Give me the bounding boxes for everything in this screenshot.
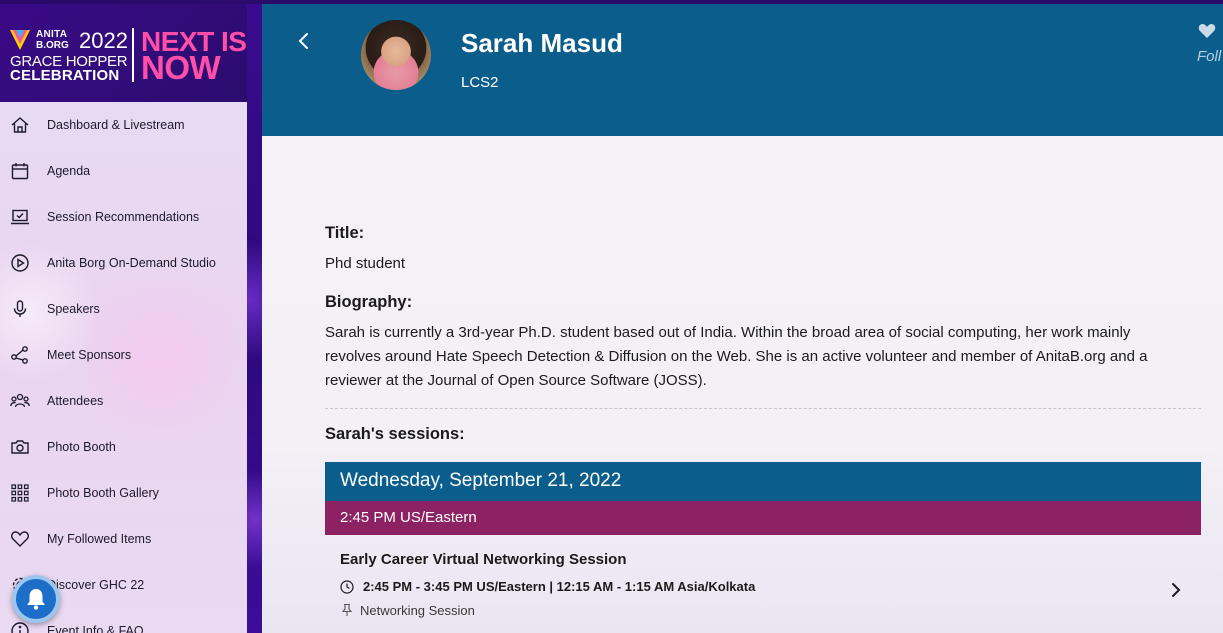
session-title: Early Career Virtual Networking Session	[340, 551, 627, 568]
sidebar-item-label: Agenda	[47, 164, 91, 178]
biography-line: reviewer at the Journal of Open Source S…	[325, 372, 707, 389]
biography-label: Biography:	[325, 293, 413, 311]
follow-button[interactable]: Foll	[1197, 22, 1223, 72]
sidebar-item-followed-items[interactable]: My Followed Items	[0, 516, 247, 562]
biography-text: Sarah is currently a 3rd-year Ph.D. stud…	[325, 321, 1205, 393]
title-value: Phd student	[325, 255, 406, 272]
speaker-detail-panel: Sarah Masud LCS2 Foll Title: Phd student…	[262, 4, 1223, 633]
sidebar-nav: Dashboard & Livestream Agenda Session Re…	[0, 102, 247, 633]
session-time-slot: 2:45 PM US/Eastern	[340, 509, 477, 526]
sidebar-item-speakers[interactable]: Speakers	[0, 286, 247, 332]
title-label: Title:	[325, 224, 365, 242]
chevron-right-icon[interactable]	[1168, 580, 1184, 600]
logo-now: NOW	[141, 49, 221, 86]
sidebar-item-photo-booth-gallery[interactable]: Photo Booth Gallery	[0, 470, 247, 516]
camera-icon	[10, 437, 30, 457]
laptop-check-icon	[10, 207, 30, 227]
people-icon	[10, 391, 30, 411]
microphone-icon	[10, 299, 30, 319]
session-date: Wednesday, September 21, 2022	[340, 470, 622, 491]
calendar-icon	[10, 161, 30, 181]
session-list-item[interactable]: Early Career Virtual Networking Session …	[325, 535, 1201, 633]
session-time: 2:45 PM - 3:45 PM US/Eastern | 12:15 AM …	[363, 579, 756, 594]
session-type: Networking Session	[360, 603, 475, 618]
sidebar-item-meet-sponsors[interactable]: Meet Sponsors	[0, 332, 247, 378]
sidebar-item-label: Meet Sponsors	[47, 348, 132, 362]
logo-divider	[132, 28, 134, 82]
sidebar-item-label: Event Info & FAQ	[47, 624, 144, 633]
speaker-organization: LCS2	[461, 74, 499, 91]
session-time-slot-header: 2:45 PM US/Eastern	[325, 501, 1201, 535]
sidebar-item-session-recommendations[interactable]: Session Recommendations	[0, 194, 247, 240]
sidebar-item-dashboard[interactable]: Dashboard & Livestream	[0, 102, 247, 148]
notification-bell-button[interactable]	[12, 575, 60, 623]
session-date-header: Wednesday, September 21, 2022	[325, 462, 1201, 501]
sidebar-item-label: Photo Booth Gallery	[47, 486, 159, 500]
clock-icon	[340, 580, 354, 594]
sidebar-item-label: Anita Borg On-Demand Studio	[47, 256, 216, 270]
section-divider	[325, 408, 1201, 409]
pin-icon	[341, 603, 353, 616]
speaker-name: Sarah Masud	[461, 28, 623, 58]
sidebar-item-on-demand-studio[interactable]: Anita Borg On-Demand Studio	[0, 240, 247, 286]
sidebar-item-label: My Followed Items	[47, 532, 152, 546]
grid-icon	[10, 483, 30, 503]
info-icon	[10, 621, 30, 633]
share-nodes-icon	[10, 345, 30, 365]
speaker-header: Sarah Masud LCS2 Foll	[262, 4, 1223, 136]
sidebar-item-label: Speakers	[47, 302, 100, 316]
anitab-logo-icon	[10, 30, 30, 50]
sidebar-item-label: Discover GHC 22	[47, 578, 145, 592]
event-logo[interactable]: ANITA B.ORG 2022 GRACE HOPPER CELEBRATIO…	[0, 4, 247, 102]
sidebar-item-agenda[interactable]: Agenda	[0, 148, 247, 194]
logo-year: 2022	[79, 28, 128, 53]
follow-label: Foll	[1197, 48, 1222, 65]
sidebar-item-label: Session Recommendations	[47, 210, 200, 224]
heart-icon	[10, 529, 30, 549]
logo-celebration: CELEBRATION	[10, 67, 120, 84]
sidebar-item-label: Dashboard & Livestream	[47, 118, 185, 132]
heart-icon	[1198, 24, 1216, 38]
sidebar-item-photo-booth[interactable]: Photo Booth	[0, 424, 247, 470]
logo-borg-text: B.ORG	[36, 40, 69, 51]
speaker-avatar	[361, 20, 431, 90]
sidebar-item-label: Photo Booth	[47, 440, 116, 454]
sidebar-item-attendees[interactable]: Attendees	[0, 378, 247, 424]
biography-line: Sarah is currently a 3rd-year Ph.D. stud…	[325, 324, 1131, 341]
sessions-heading: Sarah's sessions:	[325, 425, 465, 443]
logo-anita-text: ANITA	[36, 29, 68, 40]
home-icon	[10, 115, 30, 135]
biography-line: revolves around Hate Speech Detection & …	[325, 348, 1148, 365]
back-chevron-icon[interactable]	[294, 30, 314, 52]
bell-icon	[27, 589, 45, 610]
play-circle-icon	[10, 253, 30, 273]
sidebar-item-label: Attendees	[47, 394, 104, 408]
